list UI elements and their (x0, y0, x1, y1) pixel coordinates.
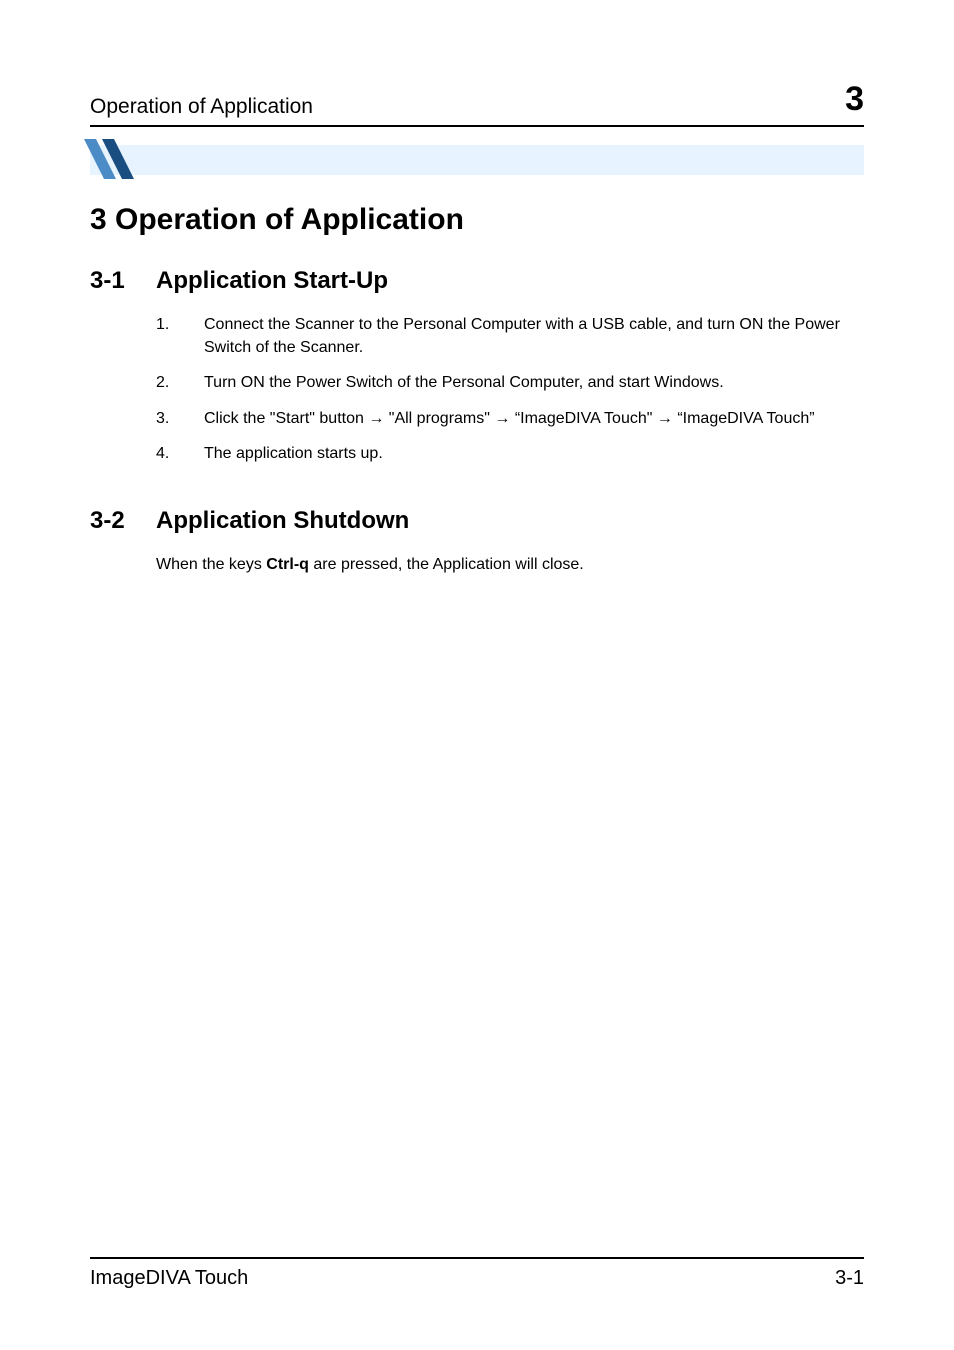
section-number: 3-1 (90, 267, 156, 295)
step-number: 1. (156, 313, 204, 359)
section-head: 3-2 Application Shutdown (90, 507, 864, 535)
step-number: 2. (156, 371, 204, 394)
section-title: Application Start-Up (156, 267, 388, 295)
section-head: 3-1 Application Start-Up (90, 267, 864, 295)
step-text: Click the "Start" button → "All programs… (204, 407, 864, 430)
banner-stripes-icon (84, 139, 144, 181)
section-banner (90, 145, 864, 175)
chapter-title: 3 Operation of Application (90, 203, 864, 237)
list-item: 3. Click the "Start" button → "All progr… (156, 407, 864, 430)
list-item: 1. Connect the Scanner to the Personal C… (156, 313, 864, 359)
footer-right: 3-1 (835, 1267, 864, 1290)
footer-left: ImageDIVA Touch (90, 1267, 248, 1290)
list-item: 4. The application starts up. (156, 442, 864, 465)
page-footer: ImageDIVA Touch 3-1 (90, 1257, 864, 1290)
body-pre: When the keys (156, 556, 266, 573)
section-3-1: 3-1 Application Start-Up 1. Connect the … (90, 267, 864, 465)
running-header: Operation of Application 3 (90, 80, 864, 127)
step-number: 4. (156, 442, 204, 465)
step-text: The application starts up. (204, 442, 864, 465)
section-number: 3-2 (90, 507, 156, 535)
section-title: Application Shutdown (156, 507, 409, 535)
section-body: When the keys Ctrl-q are pressed, the Ap… (156, 553, 864, 576)
section-3-2: 3-2 Application Shutdown When the keys C… (90, 507, 864, 576)
step-text: Turn ON the Power Switch of the Personal… (204, 371, 864, 394)
step-number: 3. (156, 407, 204, 430)
step-text: Connect the Scanner to the Personal Comp… (204, 313, 864, 359)
list-item: 2. Turn ON the Power Switch of the Perso… (156, 371, 864, 394)
body-post: are pressed, the Application will close. (309, 556, 584, 573)
running-header-chapter-number: 3 (845, 80, 864, 119)
running-header-title: Operation of Application (90, 95, 313, 119)
steps-list: 1. Connect the Scanner to the Personal C… (156, 313, 864, 465)
body-bold: Ctrl-q (266, 556, 309, 573)
